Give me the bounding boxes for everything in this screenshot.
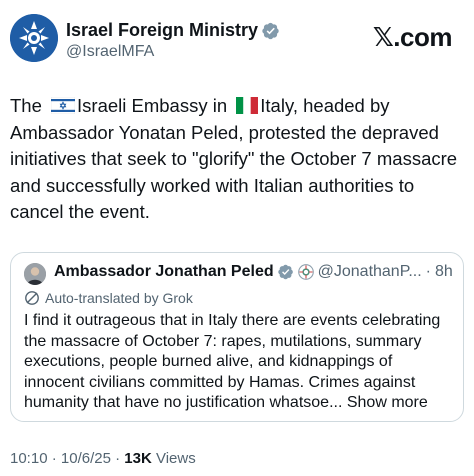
verified-badge-icon[interactable] bbox=[262, 22, 280, 40]
views-label: Views bbox=[151, 450, 196, 467]
author-avatar[interactable] bbox=[10, 14, 58, 62]
views-count[interactable]: 13K bbox=[124, 450, 152, 467]
quoted-tweet[interactable]: Ambassador Jonathan Peled @JonathanP... … bbox=[10, 252, 464, 422]
tweet-text-part-1: The bbox=[10, 95, 48, 116]
auto-translated-notice: Auto-translated by Grok bbox=[24, 290, 193, 306]
meta-separator-1: · bbox=[47, 450, 61, 467]
author-name-line: Israel Foreign Ministry bbox=[66, 20, 280, 41]
tweet-date[interactable]: 10/6/25 bbox=[61, 450, 111, 467]
tweet-text: The Israeli Embassy in Italy, headed by … bbox=[10, 93, 468, 226]
tweet-text-part-2: Israeli Embassy in bbox=[77, 95, 233, 116]
author-display-name[interactable]: Israel Foreign Ministry bbox=[66, 20, 258, 41]
quoted-timestamp[interactable]: 8h bbox=[435, 263, 453, 281]
author-handle[interactable]: @IsraelMFA bbox=[66, 43, 154, 61]
quoted-author-name[interactable]: Ambassador Jonathan Peled bbox=[54, 263, 274, 281]
x-com-logo: 𝕏.com bbox=[372, 22, 453, 52]
verified-badge-icon[interactable] bbox=[277, 264, 294, 280]
tweet-card: Israel Foreign Ministry @IsraelMFA 𝕏.com… bbox=[0, 0, 474, 476]
meta-separator-2: · bbox=[110, 450, 125, 467]
affiliation-badge-icon[interactable] bbox=[297, 264, 314, 280]
quoted-separator: · bbox=[425, 263, 431, 280]
tweet-meta: 10:10 · 10/6/25 · 13K Views bbox=[10, 450, 196, 467]
tweet-header: Israel Foreign Ministry @IsraelMFA 𝕏.com bbox=[10, 14, 460, 70]
quoted-tweet-text: I find it outrageous that in Italy there… bbox=[24, 311, 456, 414]
quoted-author-avatar[interactable] bbox=[24, 263, 46, 285]
auto-translated-label: Auto-translated by Grok bbox=[45, 290, 193, 306]
israel-flag-icon bbox=[51, 97, 76, 114]
grok-icon bbox=[25, 291, 39, 305]
quoted-header: Ambassador Jonathan Peled @JonathanP... … bbox=[54, 263, 453, 281]
quoted-author-handle[interactable]: @JonathanP... bbox=[318, 263, 422, 281]
person-photo-icon bbox=[24, 263, 46, 285]
italy-flag-icon bbox=[236, 97, 259, 114]
show-more-link[interactable]: Show more bbox=[347, 394, 428, 411]
tweet-time[interactable]: 10:10 bbox=[10, 450, 48, 467]
mfa-logo-icon bbox=[10, 14, 58, 62]
